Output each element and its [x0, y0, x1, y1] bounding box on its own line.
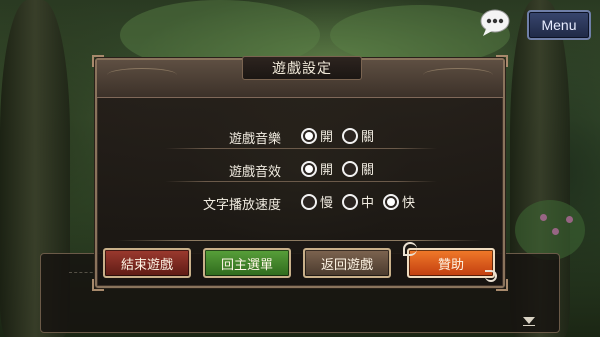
row-separator	[165, 148, 437, 149]
return-game-button[interactable]: 返回遊戲	[303, 248, 391, 278]
flower	[566, 216, 573, 223]
option-label: 開	[320, 163, 334, 178]
radio-music-on[interactable]: 開	[301, 126, 333, 145]
ornament-swirl	[107, 68, 177, 82]
setting-label: 遊戲音樂	[228, 132, 281, 147]
option-label: 中	[361, 196, 375, 211]
radio-sfx-on[interactable]: 開	[301, 159, 333, 178]
ornament-swirl	[423, 68, 493, 82]
panel-corner	[92, 55, 104, 67]
panel-corner	[496, 55, 508, 67]
panel-corner	[92, 279, 104, 291]
foliage	[515, 200, 585, 260]
radio-group-sfx: 開 關	[301, 159, 383, 178]
setting-label: 遊戲音效	[228, 165, 281, 180]
next-arrow-icon[interactable]	[523, 317, 535, 324]
end-game-button[interactable]: 結束遊戲	[103, 248, 191, 278]
radio-selected-dot	[387, 197, 396, 206]
option-label: 關	[361, 130, 375, 145]
sponsor-button[interactable]: 贊助	[407, 248, 495, 278]
chat-icon[interactable]	[479, 8, 513, 38]
setting-row-text-speed: 文字播放速度 慢 中 快	[97, 187, 503, 217]
radio-sfx-off[interactable]: 關	[342, 159, 374, 178]
setting-label: 文字播放速度	[202, 198, 281, 213]
main-menu-button[interactable]: 回主選單	[203, 248, 291, 278]
radio-button[interactable]	[342, 193, 359, 210]
radio-button[interactable]	[342, 160, 359, 177]
flower	[552, 228, 559, 235]
radio-group-text-speed: 慢 中 快	[301, 192, 424, 211]
button-divider	[117, 240, 483, 241]
row-separator	[165, 181, 437, 182]
option-label: 開	[320, 130, 334, 145]
menu-button[interactable]: Menu	[527, 10, 591, 40]
settings-panel: 遊戲設定 遊戲音樂 開 關 遊戲音效 開 關 文字播放速度 慢 中 快 結束遊戲…	[92, 55, 508, 291]
option-label: 快	[402, 196, 416, 211]
radio-button[interactable]	[342, 127, 359, 144]
radio-speed-slow[interactable]: 慢	[301, 192, 333, 211]
setting-row-sfx: 遊戲音效 開 關	[97, 154, 503, 184]
option-label: 慢	[320, 196, 334, 211]
radio-button[interactable]	[383, 193, 400, 210]
radio-speed-medium[interactable]: 中	[342, 192, 374, 211]
radio-music-off[interactable]: 關	[342, 126, 374, 145]
option-label: 關	[361, 163, 375, 178]
radio-button[interactable]	[301, 160, 317, 177]
radio-speed-fast[interactable]: 快	[383, 192, 415, 211]
next-arrow-underline	[523, 325, 535, 326]
panel-corner	[496, 279, 508, 291]
ornament-swirl	[403, 242, 417, 256]
radio-group-music: 開 關	[301, 126, 383, 145]
flower	[540, 214, 547, 221]
setting-row-music: 遊戲音樂 開 關	[97, 121, 503, 151]
radio-selected-dot	[305, 131, 313, 140]
panel-title: 遊戲設定	[242, 56, 362, 80]
radio-selected-dot	[305, 164, 313, 173]
ornament-swirl	[485, 270, 497, 282]
radio-button[interactable]	[301, 193, 317, 210]
radio-button[interactable]	[301, 127, 317, 144]
